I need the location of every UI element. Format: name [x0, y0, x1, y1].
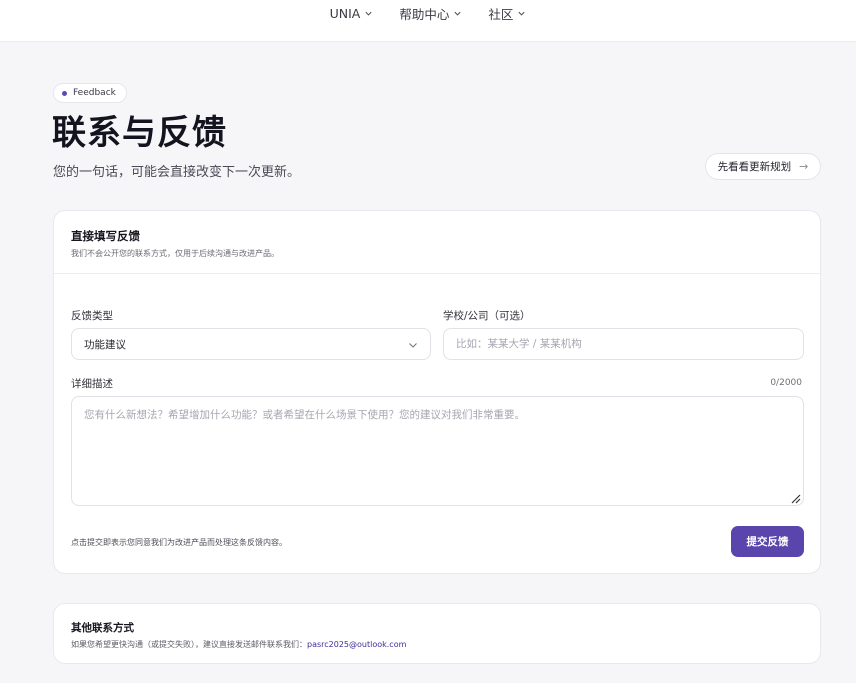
nav-item-label: 社区 [488, 7, 514, 22]
arrow-right-icon: → [799, 160, 809, 173]
card-description: 我们不会公开您的联系方式，仅用于后续沟通与改进产品。 [71, 249, 279, 258]
organization-input[interactable] [443, 328, 804, 360]
contact-email-link[interactable]: pasrc2025@outlook.com [307, 640, 406, 649]
detail-textarea[interactable] [71, 396, 804, 506]
page-title: 联系与反馈 [52, 113, 227, 153]
nav-item-label: 帮助中心 [399, 7, 450, 22]
nav-item-community[interactable]: 社区 [488, 4, 526, 23]
view-roadmap-button[interactable]: 先看看更新规划 → [705, 153, 821, 180]
other-contact-card: 其他联系方式 如果您希望更快沟通（或提交失败），建议直接发送邮件联系我们：pas… [53, 603, 821, 664]
other-contact-title: 其他联系方式 [71, 622, 134, 634]
feedback-type-value: 功能建议 [84, 338, 126, 351]
other-contact-text: 如果您希望更快沟通（或提交失败），建议直接发送邮件联系我们：pasrc2025@… [71, 639, 406, 650]
submit-feedback-button[interactable]: 提交反馈 [731, 526, 804, 557]
chevron-down-icon [409, 343, 417, 348]
badge-dot-icon [62, 90, 67, 96]
detail-label: 详细描述 [71, 378, 113, 390]
feedback-badge: Feedback [53, 83, 127, 103]
nav-item-unia[interactable]: UNIA [330, 6, 374, 21]
feedback-form-card: 直接填写反馈 我们不会公开您的联系方式，仅用于后续沟通与改进产品。 反馈类型 功… [53, 210, 821, 574]
card-title: 直接填写反馈 [71, 229, 140, 243]
card-header: 直接填写反馈 我们不会公开您的联系方式，仅用于后续沟通与改进产品。 [54, 211, 820, 274]
chevron-down-icon [518, 11, 525, 16]
terms-notice: 点击提交即表示您同意我们为改进产品而处理这条反馈内容。 [71, 538, 287, 547]
roadmap-button-label: 先看看更新规划 [717, 161, 792, 173]
feedback-type-label: 反馈类型 [71, 310, 113, 322]
character-counter: 0/2000 [770, 378, 802, 388]
chevron-down-icon [454, 11, 461, 16]
nav-item-help-center[interactable]: 帮助中心 [399, 4, 462, 23]
nav-item-label: UNIA [329, 6, 361, 21]
badge-label: Feedback [73, 88, 116, 98]
organization-label: 学校/公司（可选） [443, 310, 531, 322]
feedback-type-select[interactable]: 功能建议 [71, 328, 431, 360]
top-navigation: UNIA 帮助中心 社区 [0, 0, 856, 42]
chevron-down-icon [365, 11, 372, 16]
page-subtitle: 您的一句话，可能会直接改变下一次更新。 [53, 165, 301, 180]
other-contact-description: 如果您希望更快沟通（或提交失败），建议直接发送邮件联系我们： [71, 640, 307, 649]
resize-handle-icon[interactable] [789, 492, 801, 504]
